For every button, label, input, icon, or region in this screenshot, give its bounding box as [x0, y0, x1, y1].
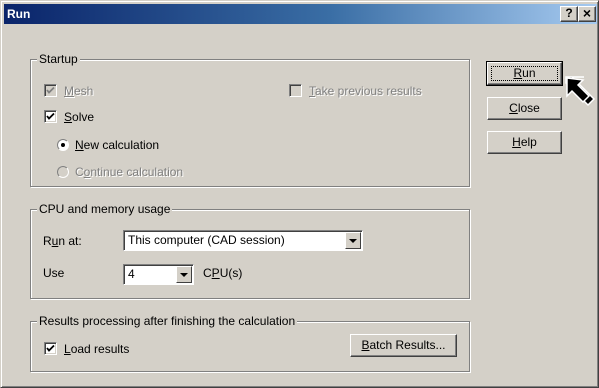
check-icon [46, 112, 55, 120]
cpu-memory-group: CPU and memory usage Run at: This comput… [30, 202, 470, 299]
load-results-checkbox[interactable] [44, 342, 57, 355]
help-button[interactable]: Help [487, 131, 562, 154]
results-processing-group: Results processing after finishing the c… [30, 314, 470, 372]
window-title: Run [7, 7, 31, 21]
check-icon [46, 86, 55, 94]
run-at-select[interactable]: This computer (CAD session) [123, 230, 363, 251]
title-bar: Run [4, 4, 597, 24]
cpu-count-select[interactable]: 4 [123, 264, 194, 285]
help-title-button[interactable]: ? [560, 6, 578, 22]
mesh-label: Mesh [64, 84, 94, 98]
cpus-label: CPU(s) [203, 266, 243, 280]
continue-calculation-radio[interactable] [57, 166, 69, 178]
load-results-label: Load results [64, 342, 130, 356]
check-icon [46, 344, 55, 352]
new-calculation-label: New calculation [75, 138, 160, 152]
cpu-memory-legend: CPU and memory usage [37, 202, 173, 216]
close-button[interactable]: Close [487, 97, 562, 120]
solve-label: Solve [64, 110, 95, 124]
use-label: Use [43, 266, 65, 280]
mouse-pointer-icon [565, 76, 596, 107]
close-title-button[interactable]: × [578, 6, 596, 22]
results-processing-legend: Results processing after finishing the c… [37, 314, 298, 328]
chevron-down-icon[interactable] [176, 266, 192, 283]
startup-legend: Startup [37, 52, 80, 66]
new-calculation-radio[interactable] [57, 139, 69, 151]
batch-results-button[interactable]: Batch Results... [350, 334, 457, 357]
run-button[interactable]: Run [486, 61, 563, 86]
take-previous-results-checkbox[interactable] [289, 84, 302, 97]
take-previous-results-label: Take previous results [309, 84, 422, 98]
continue-calculation-label: Continue calculation [75, 165, 184, 179]
run-at-value: This computer (CAD session) [128, 233, 285, 247]
mesh-checkbox[interactable] [44, 84, 57, 97]
solve-checkbox[interactable] [44, 110, 57, 123]
run-at-label: Run at: [43, 234, 82, 248]
chevron-down-icon[interactable] [345, 232, 361, 249]
run-dialog: Run ? × Startup Mesh Take previous resul… [0, 0, 599, 388]
cpu-count-value: 4 [128, 267, 135, 281]
startup-group: Startup Mesh Take previous results Solve… [30, 52, 470, 187]
